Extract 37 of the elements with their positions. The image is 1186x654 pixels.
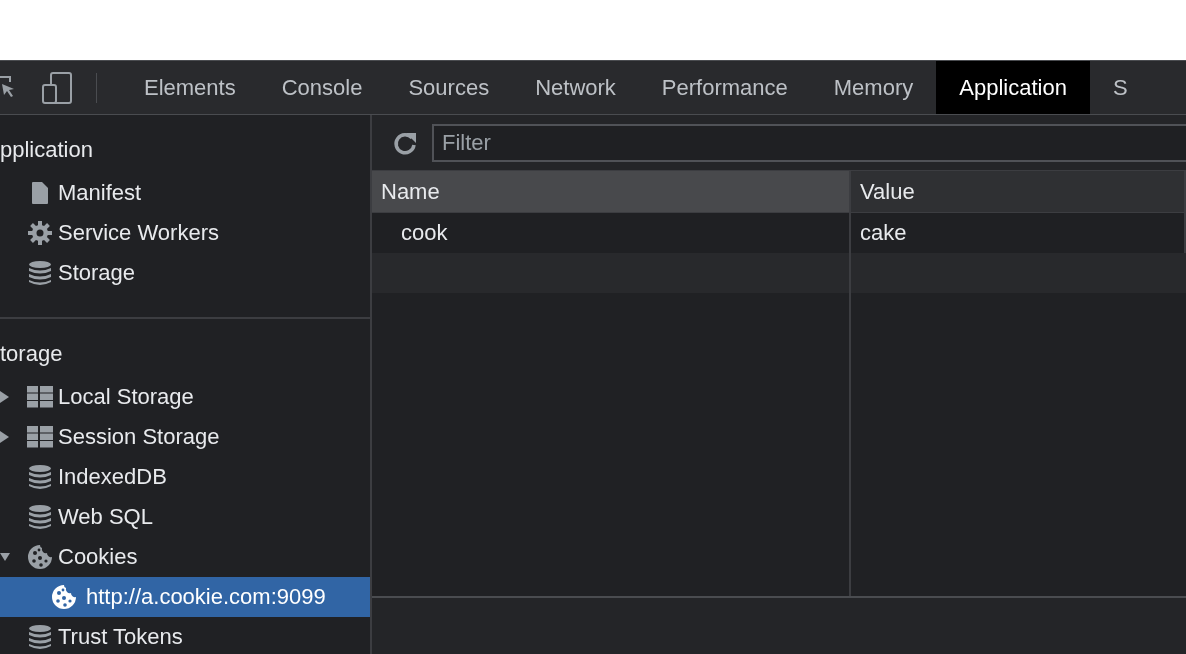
panel-tab[interactable]: Memory xyxy=(810,61,937,114)
panel-tab[interactable]: Network xyxy=(512,61,639,114)
filter-field[interactable]: Filter xyxy=(432,123,1186,162)
cookie-icon xyxy=(51,584,77,610)
grid-icon xyxy=(27,386,53,408)
tree-item[interactable]: Cookies xyxy=(0,537,370,577)
tree-item[interactable]: Web SQL xyxy=(0,497,370,537)
section-heading: pplication xyxy=(0,136,94,164)
database-icon xyxy=(28,464,52,490)
database-icon xyxy=(28,260,52,286)
tree-item[interactable]: Service Workers xyxy=(0,213,370,253)
device-toolbar-icon[interactable] xyxy=(42,71,72,104)
panel-tab[interactable]: Application xyxy=(936,61,1090,114)
tree-item[interactable]: IndexedDB xyxy=(0,457,370,497)
tree-item[interactable]: Local Storage xyxy=(0,377,370,417)
tree-item[interactable]: Session Storage xyxy=(0,417,370,457)
file-icon xyxy=(31,181,49,205)
panel-tab[interactable]: Performance xyxy=(638,61,811,114)
panel-tab[interactable]: Elements xyxy=(121,61,259,114)
collapsed-arrow-icon[interactable] xyxy=(0,431,10,443)
database-icon xyxy=(28,504,52,530)
tree-item[interactable]: http://a.cookie.com:9099 xyxy=(0,577,370,617)
panel-tab[interactable]: Console xyxy=(258,61,386,114)
collapsed-arrow-icon[interactable] xyxy=(0,391,10,403)
section-heading: torage xyxy=(0,340,64,368)
tree-item[interactable]: Trust Tokens xyxy=(0,617,370,654)
column-header[interactable]: Name xyxy=(372,171,851,213)
cookie-icon xyxy=(27,544,53,570)
expanded-arrow-icon[interactable] xyxy=(0,551,10,563)
gear-icon xyxy=(27,220,53,246)
tree-item[interactable]: Manifest xyxy=(0,173,370,213)
grid-icon xyxy=(27,426,53,448)
panel-tab[interactable]: S xyxy=(1089,61,1151,114)
column-header[interactable]: Value xyxy=(851,171,1186,213)
panel-tab[interactable]: Sources xyxy=(385,61,513,114)
database-icon xyxy=(28,624,52,650)
tree-item[interactable]: Storage xyxy=(0,253,370,293)
